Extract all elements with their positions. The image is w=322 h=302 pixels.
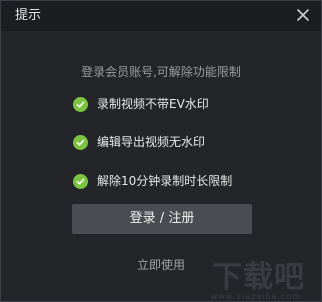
watermark-url: www.xiazaiba.com: [210, 292, 301, 301]
title-bar: 提示: [1, 1, 321, 31]
check-circle-icon: [73, 96, 88, 112]
feature-item: 解除10分钟录制时长限制: [73, 172, 273, 190]
dialog-title: 提示: [15, 8, 42, 23]
check-circle-icon: [73, 134, 88, 150]
feature-item: 录制视频不带EV水印: [73, 95, 273, 113]
close-button[interactable]: [295, 7, 311, 23]
feature-label: 解除10分钟录制时长限制: [97, 174, 233, 188]
feature-item: 编辑导出视频无水印: [73, 133, 273, 151]
dialog: 提示 登录会员账号,可解除功能限制 录制视频不带EV水印 编辑导出视频无水印 解…: [0, 0, 322, 302]
check-circle-icon: [73, 173, 88, 189]
feature-label: 编辑导出视频无水印: [97, 135, 206, 149]
watermark-logo: 下载吧: [212, 260, 305, 295]
login-register-button[interactable]: 登录 / 注册: [72, 204, 252, 234]
login-hint-text: 登录会员账号,可解除功能限制: [81, 65, 241, 79]
feature-label: 录制视频不带EV水印: [97, 97, 209, 111]
close-icon: [297, 9, 309, 21]
